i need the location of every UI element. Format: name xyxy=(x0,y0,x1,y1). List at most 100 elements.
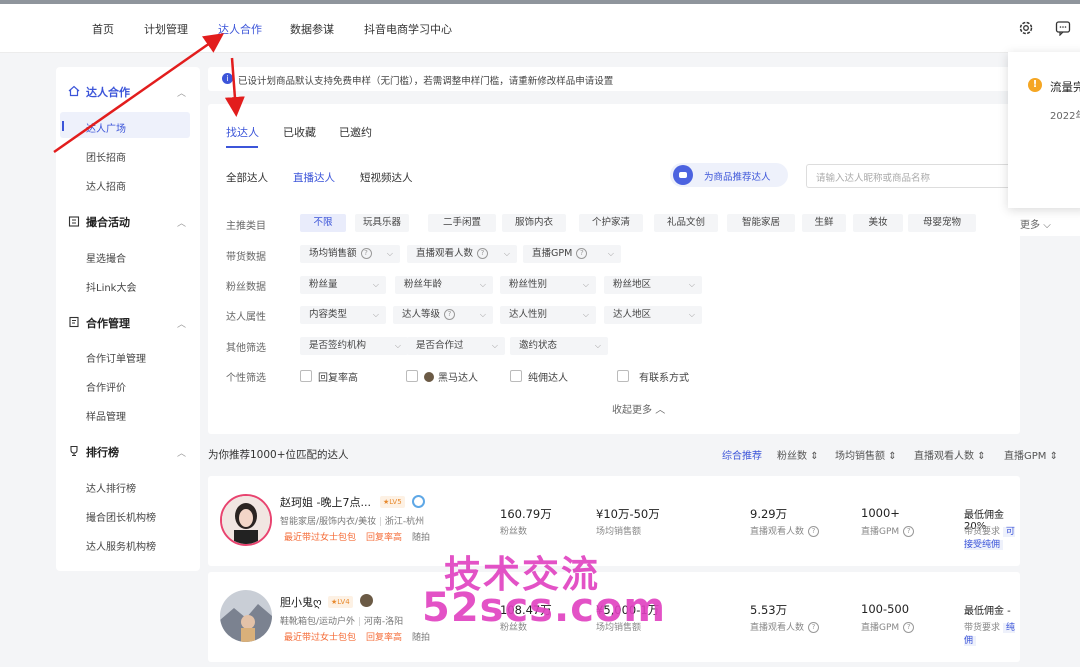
sidebar-item-leader-ranking[interactable]: 撮合团长机构榜 xyxy=(86,509,156,524)
category-chip[interactable]: 二手闲置 xyxy=(428,214,496,232)
sort-arrows-icon: ⇕ xyxy=(810,451,819,462)
sort-fans[interactable]: 粉丝数 ⇕ xyxy=(777,447,819,462)
influencer-gender-dropdown[interactable]: 达人性别 ⌵ xyxy=(500,306,596,324)
nav-learning-center[interactable]: 抖音电商学习中心 xyxy=(364,21,452,37)
category-chip[interactable]: 母婴宠物 xyxy=(908,214,976,232)
dropdown-label: 是否合作过 xyxy=(416,340,464,351)
category-chip[interactable]: 玩具乐器 xyxy=(355,214,409,232)
chevron-down-icon: ⌵ xyxy=(582,280,589,289)
influencer-region-dropdown[interactable]: 达人地区 ⌵ xyxy=(604,306,702,324)
influencer-category: 智能家居/服饰内衣/美妆 | 浙江-杭州 xyxy=(280,517,425,527)
sort-sales[interactable]: 场均销售额 ⇕ xyxy=(835,447,897,462)
gpm-label-text: 直播GPM xyxy=(861,527,900,537)
sidebar-section-matching[interactable]: 撮合活动 xyxy=(68,214,130,230)
sales-per-session-dropdown[interactable]: 场均销售额? ⌵ xyxy=(300,245,400,263)
sidebar-item-influencer-ranking[interactable]: 达人排行榜 xyxy=(86,480,136,495)
influencer-card[interactable]: 赵珂姐 -晚上7点... ★LV5 智能家居/服饰内衣/美妆 | 浙江-杭州 最… xyxy=(208,476,1020,566)
nav-influencer-cooperation[interactable]: 达人合作 xyxy=(218,21,262,37)
sidebar-item-dou-link[interactable]: 抖Link大会 xyxy=(86,279,136,294)
sort-label: 直播GPM xyxy=(1004,451,1047,462)
chevron-up-icon[interactable]: ︿ xyxy=(177,317,186,330)
popup-title: 流量完 xyxy=(1050,80,1080,94)
tag-shoot: 随拍 xyxy=(412,533,431,543)
more-category-button[interactable]: 更多 ⌵ xyxy=(1020,216,1051,231)
category-chip[interactable]: 智能家居 xyxy=(727,214,795,232)
sidebar-item-leader-recruit[interactable]: 团长招商 xyxy=(86,149,126,164)
notification-popup[interactable]: ! 流量完 2022年 xyxy=(1008,52,1080,208)
sidebar-item-coop-review[interactable]: 合作评价 xyxy=(86,379,126,394)
tag-high-reply: 回复率高 xyxy=(366,533,403,543)
message-icon[interactable] xyxy=(1055,20,1071,36)
search-input[interactable]: 请输入达人昵称或商品名称 xyxy=(806,164,1021,188)
notice-bar: i 已设计划商品默认支持免费申样（无门槛），若需调整申样门槛，请重新修改样品申请… xyxy=(208,67,1018,91)
nav-data-advisor[interactable]: 数据参谋 xyxy=(290,21,334,37)
dark-horse-checkbox[interactable]: 黑马达人 xyxy=(406,369,478,384)
top-navigation: 首页 计划管理 达人合作 数据参谋 抖音电商学习中心 xyxy=(0,4,1080,53)
requirement-label-text: 带货要求 xyxy=(964,527,1001,537)
has-contact-checkbox[interactable]: 有联系方式 xyxy=(617,369,689,384)
pure-commission-checkbox[interactable]: 纯佣达人 xyxy=(510,369,568,384)
chevron-down-icon: ⌵ xyxy=(688,310,695,319)
recommend-button-label: 为商品推荐达人 xyxy=(704,172,771,183)
influencer-level-dropdown[interactable]: 达人等级? ⌵ xyxy=(393,306,493,324)
chevron-up-icon[interactable]: ︿ xyxy=(177,216,186,229)
category-chip[interactable]: 礼品文创 xyxy=(654,214,718,232)
live-viewers-dropdown[interactable]: 直播观看人数? ⌵ xyxy=(407,245,517,263)
sidebar-item-influencer-square[interactable]: 达人广场 xyxy=(86,120,126,135)
chevron-down-icon: ⌵ xyxy=(503,249,510,258)
sidebar-section-influencer[interactable]: 达人合作 xyxy=(68,84,130,100)
gpm-value: 1000+ xyxy=(861,506,900,520)
category-chip[interactable]: 不限 xyxy=(300,214,346,232)
category-chip[interactable]: 个护家清 xyxy=(579,214,643,232)
chevron-up-icon[interactable]: ︿ xyxy=(177,86,186,99)
fan-count-dropdown[interactable]: 粉丝量 ⌵ xyxy=(300,276,386,294)
influencer-name[interactable]: 赵珂姐 -晚上7点... xyxy=(280,494,371,510)
nav-plan-management[interactable]: 计划管理 xyxy=(144,21,188,37)
nav-home[interactable]: 首页 xyxy=(92,21,114,37)
sidebar-section-coop-management[interactable]: 合作管理 xyxy=(68,315,130,331)
sort-viewers[interactable]: 直播观看人数 ⇕ xyxy=(914,447,986,462)
gpm-value: 100-500 xyxy=(861,602,910,616)
sort-comprehensive[interactable]: 综合推荐 xyxy=(722,447,762,462)
level-text: LV4 xyxy=(337,598,350,606)
high-reply-checkbox[interactable]: 回复率高 xyxy=(300,369,358,384)
tab-find-influencers[interactable]: 找达人 xyxy=(226,124,259,140)
chevron-up-icon[interactable]: ︿ xyxy=(177,446,186,459)
fan-age-dropdown[interactable]: 粉丝年龄 ⌵ xyxy=(395,276,493,294)
avatar[interactable] xyxy=(220,590,272,642)
category-chip[interactable]: 美妆 xyxy=(853,214,903,232)
gear-icon[interactable] xyxy=(1018,20,1034,36)
sales-label: 场均销售额 xyxy=(596,527,642,537)
tab-invited[interactable]: 已邀约 xyxy=(339,124,372,140)
sort-gpm[interactable]: 直播GPM ⇕ xyxy=(1004,447,1058,462)
sidebar-item-influencer-recruit[interactable]: 达人招商 xyxy=(86,178,126,193)
recommend-for-product-button[interactable]: 为商品推荐达人 xyxy=(670,163,788,187)
location-text: 浙江-杭州 xyxy=(384,517,425,527)
sidebar-item-sample-management[interactable]: 样品管理 xyxy=(86,408,126,423)
sidebar-item-order-management[interactable]: 合作订单管理 xyxy=(86,350,146,365)
subtab-short-video[interactable]: 短视频达人 xyxy=(360,170,413,185)
collapse-more-button[interactable]: 收起更多 ︿ xyxy=(612,401,665,416)
fan-region-dropdown[interactable]: 粉丝地区 ⌵ xyxy=(604,276,702,294)
checkbox-box xyxy=(406,370,418,382)
category-chip[interactable]: 生鲜 xyxy=(802,214,846,232)
subtab-live[interactable]: 直播达人 xyxy=(293,170,335,185)
signed-agency-dropdown[interactable]: 是否签约机构 ⌵ xyxy=(300,337,408,355)
influencer-name[interactable]: 胆小鬼ღ xyxy=(280,594,322,610)
category-chip[interactable]: 服饰内衣 xyxy=(502,214,566,232)
sidebar-section-ranking[interactable]: 排行榜 xyxy=(68,444,119,460)
subtab-all[interactable]: 全部达人 xyxy=(226,170,268,185)
sidebar-item-agency-ranking[interactable]: 达人服务机构榜 xyxy=(86,538,156,553)
cooperated-before-dropdown[interactable]: 是否合作过 ⌵ xyxy=(407,337,505,355)
help-icon: ? xyxy=(444,309,456,320)
sidebar-item-star-match[interactable]: 星选撮合 xyxy=(86,250,126,265)
live-gpm-dropdown[interactable]: 直播GPM? ⌵ xyxy=(523,245,621,263)
checkbox-label: 有联系方式 xyxy=(639,373,689,384)
sidebar-active-indicator xyxy=(62,121,64,131)
invite-status-dropdown[interactable]: 邀约状态 ⌵ xyxy=(510,337,608,355)
content-type-dropdown[interactable]: 内容类型 ⌵ xyxy=(300,306,386,324)
avatar[interactable] xyxy=(220,494,272,546)
fan-gender-dropdown[interactable]: 粉丝性别 ⌵ xyxy=(500,276,596,294)
help-icon: ? xyxy=(576,248,588,259)
tab-favorites[interactable]: 已收藏 xyxy=(283,124,316,140)
